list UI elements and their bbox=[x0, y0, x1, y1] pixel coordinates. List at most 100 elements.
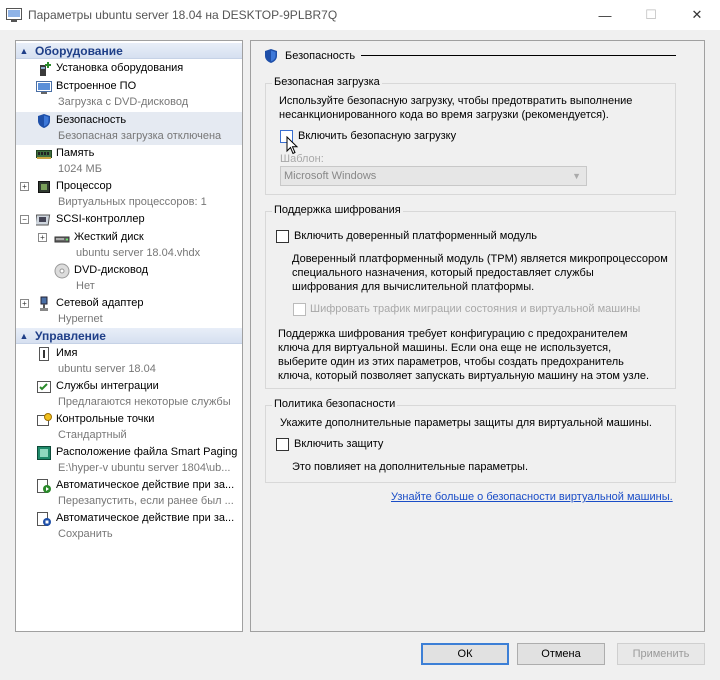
sidebar-item-label: Расположение файла Smart Paging bbox=[56, 446, 238, 458]
sidebar-item-network-adapter[interactable]: + Сетевой адаптер Hypernet bbox=[16, 295, 242, 328]
collapse-tree-icon[interactable]: − bbox=[20, 215, 29, 224]
network-adapter-icon bbox=[40, 296, 48, 311]
close-button[interactable]: ✕ bbox=[674, 0, 720, 30]
sidebar-item-processor[interactable]: + Процессор Виртуальных процессоров: 1 bbox=[16, 178, 242, 211]
category-hardware-label: Оборудование bbox=[35, 43, 123, 58]
encryption-group: Поддержка шифрования Включить доверенный… bbox=[265, 204, 676, 389]
collapse-icon[interactable]: ▲ bbox=[19, 331, 29, 341]
sidebar-item-label: Память bbox=[56, 147, 95, 159]
processor-icon bbox=[38, 181, 50, 193]
secure-boot-description-line1: Используйте безопасную загрузку, чтобы п… bbox=[279, 95, 633, 107]
category-management[interactable]: ▲ Управление bbox=[16, 328, 242, 344]
policy-note: Это повлияет на дополнительные параметры… bbox=[292, 461, 528, 473]
sidebar-item-label: Контрольные точки bbox=[56, 413, 155, 425]
sidebar-item-detail: E:\hyper-v ubuntu server 1804\ub... bbox=[58, 462, 231, 474]
auto-stop-icon bbox=[37, 512, 51, 526]
sidebar-item-label: Процессор bbox=[56, 180, 112, 192]
sidebar-item-label: Автоматическое действие при за... bbox=[56, 479, 235, 491]
encryption-note-line2: ключа для виртуальной машины. Если она е… bbox=[278, 342, 612, 354]
sidebar-item-scsi-controller[interactable]: − SCSI-контроллер bbox=[16, 211, 242, 229]
ok-button[interactable]: ОК bbox=[421, 643, 509, 665]
security-policy-group: Политика безопасности Укажите дополнител… bbox=[265, 398, 676, 483]
template-select[interactable]: Microsoft Windows ▼ bbox=[280, 166, 587, 186]
migration-encryption-label: Шифровать трафик миграции состояния и ви… bbox=[310, 303, 641, 315]
sidebar-item-label: DVD-дисковод bbox=[74, 264, 149, 276]
chevron-down-icon: ▼ bbox=[572, 171, 581, 181]
sidebar-item-memory[interactable]: Память 1024 МБ bbox=[16, 145, 242, 178]
sidebar-item-auto-stop[interactable]: Автоматическое действие при за... Сохран… bbox=[16, 510, 242, 543]
secure-boot-description-line2: несанкционированного кода во время загру… bbox=[279, 109, 609, 121]
sidebar-item-checkpoints[interactable]: Контрольные точки Стандартный bbox=[16, 411, 242, 444]
auto-start-icon bbox=[37, 479, 51, 493]
category-hardware[interactable]: ▲ Оборудование bbox=[16, 43, 242, 59]
sidebar-item-label: Встроенное ПО bbox=[56, 80, 137, 92]
tpm-description-line3: шифрования для вычислительной платформы. bbox=[292, 281, 535, 293]
sidebar-item-detail: Сохранить bbox=[58, 528, 113, 540]
sidebar-item-detail: Безопасная загрузка отключена bbox=[58, 130, 222, 142]
migration-encryption-checkbox[interactable] bbox=[293, 303, 306, 316]
sidebar-item-name[interactable]: Имя ubuntu server 18.04 bbox=[16, 345, 242, 378]
sidebar-item-detail: Стандартный bbox=[58, 429, 127, 441]
sidebar-item-detail: Предлагаются некоторые службы bbox=[58, 396, 231, 408]
sidebar-item-integration-services[interactable]: Службы интеграции Предлагаются некоторые… bbox=[16, 378, 242, 411]
tpm-checkbox[interactable] bbox=[276, 230, 289, 243]
settings-tree: ▲ Оборудование Установка оборудования Вс… bbox=[15, 40, 243, 632]
sidebar-item-smart-paging[interactable]: Расположение файла Smart Paging E:\hyper… bbox=[16, 444, 242, 477]
section-title: Безопасность bbox=[285, 50, 356, 62]
sidebar-item-label: Сетевой адаптер bbox=[56, 297, 144, 309]
tpm-checkbox-label[interactable]: Включить доверенный платформенный модуль bbox=[294, 229, 537, 243]
sidebar-item-detail: Загрузка с DVD-дисковод bbox=[58, 96, 189, 108]
integration-services-icon bbox=[37, 381, 51, 393]
sidebar-item-detail: Hypernet bbox=[58, 313, 103, 325]
maximize-button[interactable]: ☐ bbox=[628, 0, 674, 30]
section-divider bbox=[361, 55, 676, 56]
apply-button[interactable]: Применить bbox=[617, 643, 705, 665]
expand-icon[interactable]: + bbox=[20, 182, 29, 191]
sidebar-item-hard-disk[interactable]: + Жесткий диск ubuntu server 18.04.vhdx bbox=[16, 229, 242, 262]
sidebar-item-label: Автоматическое действие при за... bbox=[56, 512, 235, 524]
memory-icon bbox=[36, 150, 52, 159]
window-title: Параметры ubuntu server 18.04 на DESKTOP… bbox=[28, 8, 338, 22]
shielding-checkbox-label[interactable]: Включить защиту bbox=[294, 437, 383, 451]
sidebar-item-detail: ubuntu server 18.04.vhdx bbox=[76, 247, 201, 259]
dvd-drive-icon bbox=[54, 263, 70, 279]
sidebar-item-dvd-drive[interactable]: DVD-дисковод Нет bbox=[16, 262, 242, 295]
sidebar-item-label: SCSI-контроллер bbox=[56, 213, 145, 225]
template-label: Шаблон: bbox=[280, 153, 324, 165]
sidebar-item-label: Жесткий диск bbox=[74, 231, 144, 243]
collapse-icon[interactable]: ▲ bbox=[19, 46, 29, 56]
encryption-note-line1: Поддержка шифрования требует конфигураци… bbox=[278, 328, 628, 340]
sidebar-item-label: Имя bbox=[56, 347, 78, 359]
sidebar-item-detail: ubuntu server 18.04 bbox=[58, 363, 156, 375]
title-bar: Параметры ubuntu server 18.04 на DESKTOP… bbox=[0, 0, 720, 30]
sidebar-item-label: Безопасность bbox=[56, 114, 127, 126]
scsi-controller-icon bbox=[36, 214, 51, 226]
expand-icon[interactable]: + bbox=[38, 233, 47, 242]
hard-disk-icon bbox=[54, 236, 70, 243]
settings-window-icon bbox=[6, 8, 22, 22]
cancel-button[interactable]: Отмена bbox=[517, 643, 605, 665]
template-select-value: Microsoft Windows bbox=[284, 170, 377, 182]
tpm-description-line1: Доверенный платформенный модуль (TPM) яв… bbox=[292, 253, 668, 265]
group-title: Политика безопасности bbox=[272, 398, 398, 410]
shield-icon bbox=[265, 49, 277, 63]
smart-paging-icon bbox=[37, 446, 51, 460]
sidebar-item-auto-start[interactable]: Автоматическое действие при за... Переза… bbox=[16, 477, 242, 510]
policy-description: Укажите дополнительные параметры защиты … bbox=[280, 417, 652, 429]
shield-icon bbox=[38, 114, 50, 128]
sidebar-item-add-hardware[interactable]: Установка оборудования bbox=[16, 60, 242, 78]
sidebar-item-label: Службы интеграции bbox=[56, 380, 159, 392]
group-title: Поддержка шифрования bbox=[272, 204, 403, 216]
sidebar-item-firmware[interactable]: Встроенное ПО Загрузка с DVD-дисковод bbox=[16, 78, 242, 112]
secure-boot-checkbox-label[interactable]: Включить безопасную загрузку bbox=[298, 129, 456, 143]
category-management-label: Управление bbox=[35, 328, 106, 343]
learn-more-link[interactable]: Узнайте больше о безопасности виртуально… bbox=[391, 491, 673, 503]
sidebar-item-security[interactable]: Безопасность Безопасная загрузка отключе… bbox=[16, 112, 242, 145]
firmware-icon bbox=[36, 81, 52, 94]
minimize-button[interactable]: — bbox=[582, 0, 628, 30]
shielding-checkbox[interactable] bbox=[276, 438, 289, 451]
expand-icon[interactable]: + bbox=[20, 299, 29, 308]
tpm-description-line2: специального назначения, который предост… bbox=[292, 267, 594, 279]
encryption-note-line4: ключа, который позволяет запускать вирту… bbox=[278, 370, 650, 382]
sidebar-item-detail: 1024 МБ bbox=[58, 163, 102, 175]
